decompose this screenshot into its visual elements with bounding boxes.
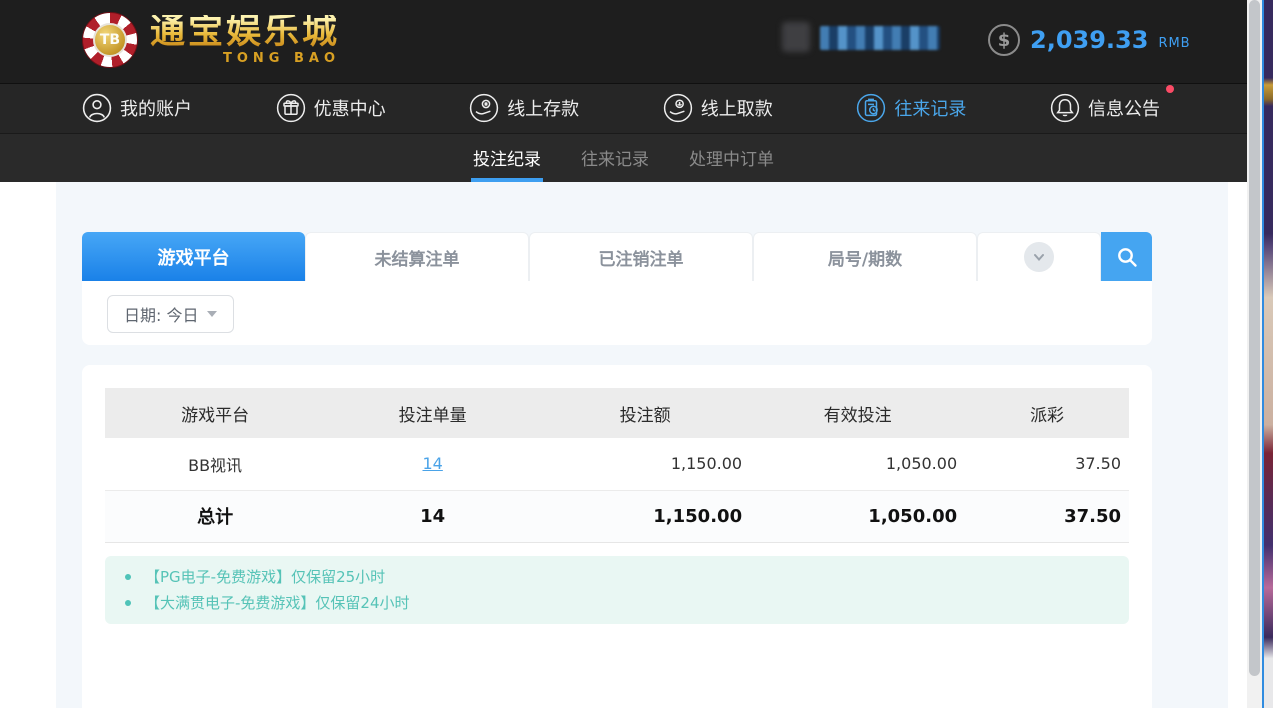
brand-name-en: TONG BAO bbox=[223, 52, 340, 65]
table-header-row: 游戏平台 投注单量 投注额 有效投注 派彩 bbox=[105, 388, 1129, 438]
notification-dot bbox=[1166, 85, 1174, 93]
filter-tab-unsettled-bets[interactable]: 未结算注单 bbox=[305, 232, 529, 281]
nav-label: 往来记录 bbox=[894, 95, 966, 121]
main-nav-items: 我的账户 优惠中心 线上存款 线上取款 往来记录 bbox=[82, 83, 1160, 133]
col-bet-count: 投注单量 bbox=[325, 388, 540, 438]
top-header: TB 通宝娱乐城 TONG BAO $ 2,039.33 RMB bbox=[0, 0, 1247, 83]
notice-item: 【大满贯电子-免费游戏】仅保留24小时 bbox=[105, 590, 1129, 616]
col-game-platform: 游戏平台 bbox=[105, 388, 325, 438]
nav-label: 线上取款 bbox=[701, 95, 773, 121]
poker-chip-logo-icon: TB bbox=[82, 12, 138, 68]
subtab-label: 处理中订单 bbox=[689, 145, 774, 170]
table-total-row: 总计 14 1,150.00 1,050.00 37.50 bbox=[105, 490, 1129, 542]
nav-label: 线上存款 bbox=[507, 95, 579, 121]
deposit-icon bbox=[469, 93, 499, 123]
filter-tab-cancelled-bets[interactable]: 已注销注单 bbox=[529, 232, 753, 281]
filter-tab-label: 未结算注单 bbox=[375, 245, 460, 270]
notice-text: 【PG电子-免费游戏】仅保留25小时 bbox=[145, 566, 385, 587]
brand-name-cn: 通宝娱乐城 bbox=[150, 15, 340, 50]
col-payout: 派彩 bbox=[965, 388, 1129, 438]
dollar-circle-icon: $ bbox=[988, 24, 1020, 56]
brand-logo[interactable]: TB 通宝娱乐城 TONG BAO bbox=[82, 12, 340, 68]
date-filter-label: 日期: 今日 bbox=[124, 302, 198, 326]
bell-icon bbox=[1050, 93, 1080, 123]
tab-transaction-records[interactable]: 往来记录 bbox=[581, 133, 649, 182]
filter-tabs: 游戏平台 未结算注单 已注销注单 局号/期数 bbox=[82, 232, 1152, 281]
date-filter-dropdown[interactable]: 日期: 今日 bbox=[107, 295, 234, 333]
nav-item-online-deposit[interactable]: 线上存款 bbox=[469, 93, 579, 123]
notice-text: 【大满贯电子-免费游戏】仅保留24小时 bbox=[145, 592, 410, 613]
cell-total-label: 总计 bbox=[105, 490, 325, 542]
caret-down-icon bbox=[207, 311, 217, 317]
vertical-scrollbar-thumb[interactable] bbox=[1249, 0, 1260, 676]
bet-summary-table: 游戏平台 投注单量 投注额 有效投注 派彩 BB视讯 14 1,150.00 1… bbox=[105, 388, 1129, 543]
filter-tab-label: 游戏平台 bbox=[158, 244, 230, 270]
cell-valid-bet: 1,050.00 bbox=[750, 438, 965, 490]
notice-item: 【PG电子-免费游戏】仅保留25小时 bbox=[105, 564, 1129, 590]
cell-total-valid-bet: 1,050.00 bbox=[750, 490, 965, 542]
user-avatar-redacted bbox=[782, 22, 810, 52]
cell-total-count: 14 bbox=[325, 490, 540, 542]
record-subtabs: 投注纪录 往来记录 处理中订单 bbox=[0, 133, 1247, 182]
cell-total-payout: 37.50 bbox=[965, 490, 1129, 542]
user-icon bbox=[82, 93, 112, 123]
nav-item-transaction-records[interactable]: 往来记录 bbox=[856, 93, 966, 123]
cell-bet-amount: 1,150.00 bbox=[540, 438, 750, 490]
tab-bet-records[interactable]: 投注纪录 bbox=[473, 133, 541, 182]
gift-icon bbox=[276, 93, 306, 123]
filter-tab-label: 已注销注单 bbox=[599, 245, 684, 270]
col-bet-amount: 投注额 bbox=[540, 388, 750, 438]
cell-total-bet-amount: 1,150.00 bbox=[540, 490, 750, 542]
subtab-label: 投注纪录 bbox=[473, 145, 541, 170]
cell-platform: BB视讯 bbox=[105, 438, 325, 490]
nav-label: 我的账户 bbox=[120, 95, 192, 121]
nav-label: 信息公告 bbox=[1088, 95, 1160, 121]
filter-tab-game-platform[interactable]: 游戏平台 bbox=[82, 232, 305, 281]
balance-currency: RMB bbox=[1158, 36, 1190, 51]
background-window-edge bbox=[1262, 0, 1273, 708]
wallet-balance[interactable]: $ 2,039.33 RMB bbox=[988, 24, 1191, 56]
tab-pending-orders[interactable]: 处理中订单 bbox=[689, 133, 774, 182]
filter-tab-round-number[interactable]: 局号/期数 bbox=[753, 232, 977, 281]
filter-tab-label: 局号/期数 bbox=[828, 245, 902, 270]
subtab-label: 往来记录 bbox=[581, 145, 649, 170]
balance-amount: 2,039.33 bbox=[1030, 26, 1148, 54]
filter-expand-dropdown[interactable] bbox=[977, 232, 1101, 281]
nav-item-promotions[interactable]: 优惠中心 bbox=[276, 93, 386, 123]
search-button[interactable] bbox=[1101, 232, 1152, 281]
bet-summary-card: 游戏平台 投注单量 投注额 有效投注 派彩 BB视讯 14 1,150.00 1… bbox=[82, 365, 1152, 708]
nav-item-announcements[interactable]: 信息公告 bbox=[1050, 93, 1160, 123]
search-icon bbox=[1115, 245, 1139, 269]
bet-count-link[interactable]: 14 bbox=[422, 454, 442, 473]
withdraw-icon bbox=[663, 93, 693, 123]
bullet-icon bbox=[125, 600, 131, 606]
chip-monogram: TB bbox=[93, 23, 127, 57]
filter-panel: 日期: 今日 bbox=[82, 281, 1152, 345]
chevron-down-icon bbox=[1024, 242, 1054, 272]
bullet-icon bbox=[125, 574, 131, 580]
username-redacted bbox=[820, 26, 940, 50]
records-icon bbox=[856, 93, 886, 123]
nav-item-online-withdraw[interactable]: 线上取款 bbox=[663, 93, 773, 123]
table-row: BB视讯 14 1,150.00 1,050.00 37.50 bbox=[105, 438, 1129, 490]
nav-label: 优惠中心 bbox=[314, 95, 386, 121]
nav-item-my-account[interactable]: 我的账户 bbox=[82, 93, 192, 123]
col-valid-bet: 有效投注 bbox=[750, 388, 965, 438]
notice-panel: 【PG电子-免费游戏】仅保留25小时 【大满贯电子-免费游戏】仅保留24小时 bbox=[105, 556, 1129, 624]
cell-payout: 37.50 bbox=[965, 438, 1129, 490]
